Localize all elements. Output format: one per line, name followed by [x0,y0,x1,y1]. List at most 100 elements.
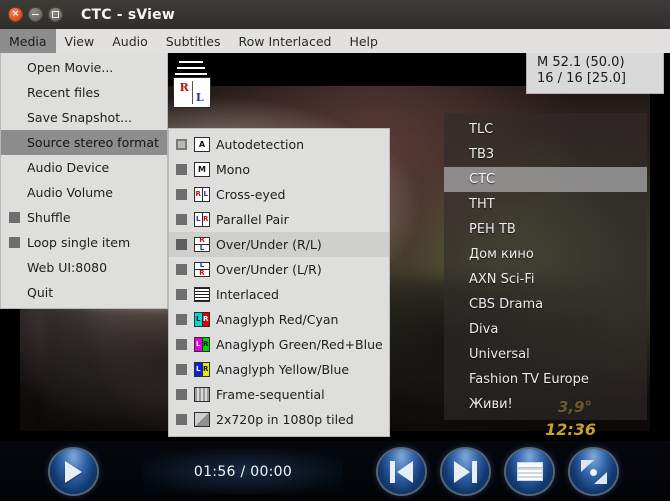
stereo-overlay-left-label: L [191,81,207,104]
channel-item-zhivi[interactable]: Живи! [444,392,647,417]
menu-item-label: Shuffle [27,210,71,225]
channel-item-fashion-tv[interactable]: Fashion TV Europe [444,367,647,392]
sview-window: × CTC - sView Media View Audio Subtitles… [0,0,670,501]
over-under-rl-icon: RL [194,237,210,252]
checkbox-icon[interactable] [176,289,187,300]
checkbox-placeholder-icon [9,187,20,198]
menu-item-quit[interactable]: Quit [1,280,167,305]
submenu-item-label: Interlaced [216,287,279,302]
menu-item-open-movie[interactable]: Open Movie... [1,55,167,80]
next-button[interactable] [442,449,489,494]
menu-view[interactable]: View [56,29,104,53]
previous-button[interactable] [378,449,425,494]
checkbox-icon[interactable] [9,237,20,248]
channel-item-cbs-drama[interactable]: CBS Drama [444,292,647,317]
menu-item-audio-volume[interactable]: Audio Volume [1,180,167,205]
osd-clock: 12:36 [545,420,596,439]
parallel-pair-icon: LR [194,212,210,227]
channel-item-ctc[interactable]: СТС [444,167,647,192]
menu-media[interactable]: Media [0,29,56,53]
channel-item-tnt[interactable]: ТНТ [444,192,647,217]
submenu-item-interlaced[interactable]: Interlaced [169,282,389,307]
checkbox-icon[interactable] [176,339,187,350]
anaglyph-green-redblue-icon: LR [194,337,210,352]
checkbox-icon[interactable] [176,214,187,225]
channel-item-domkino[interactable]: Дом кино [444,242,647,267]
menu-help[interactable]: Help [340,29,387,53]
submenu-item-label: Parallel Pair [216,212,289,227]
checkbox-icon[interactable] [176,264,187,275]
submenu-item-label: Anaglyph Red/Cyan [216,312,339,327]
submenu-item-label: Mono [216,162,251,177]
menu-row-interlaced[interactable]: Row Interlaced [230,29,341,53]
submenu-item-over-under-lr[interactable]: LR Over/Under (L/R) [169,257,389,282]
previous-icon [389,460,414,483]
checkbox-icon[interactable] [9,212,20,223]
channel-item-universal[interactable]: Universal [444,342,647,367]
menu-item-label: Save Snapshot... [27,110,133,125]
menu-item-source-stereo-format[interactable]: Source stereo format [1,130,167,155]
window-controls: × [0,7,63,22]
menu-item-label: Source stereo format [27,135,159,150]
maximize-icon[interactable] [48,7,63,22]
submenu-item-cross-eyed[interactable]: RL Cross-eyed [169,182,389,207]
submenu-item-label: 2x720p in 1080p tiled [216,412,354,427]
menu-item-label: Audio Device [27,160,110,175]
menu-item-loop-single-item[interactable]: Loop single item [1,230,167,255]
channel-item-diva[interactable]: Diva [444,317,647,342]
channel-item-axn-scifi[interactable]: AXN Sci-Fi [444,267,647,292]
minimize-icon[interactable] [28,7,43,22]
menu-item-save-snapshot[interactable]: Save Snapshot... [1,105,167,130]
checkbox-icon[interactable] [176,314,187,325]
channel-item-tv3[interactable]: ТВ3 [444,142,647,167]
submenu-item-label: Frame-sequential [216,387,325,402]
title-bar: × CTC - sView [0,0,670,29]
info-line-1: M 52.1 (50.0) [537,55,625,70]
stereo-effects-button[interactable] [570,449,617,494]
submenu-item-label: Over/Under (L/R) [216,262,322,277]
channel-item-rentv[interactable]: РЕН ТВ [444,217,647,242]
submenu-item-anaglyph-yellow-blue[interactable]: LR Anaglyph Yellow/Blue [169,357,389,382]
submenu-item-autodetection[interactable]: A Autodetection [169,132,389,157]
autodetect-icon: A [194,137,210,152]
stereo-overlay-right-label: R [177,81,192,104]
play-button[interactable] [50,449,97,494]
submenu-item-anaglyph-green-redblue[interactable]: LR Anaglyph Green/Red+Blue [169,332,389,357]
playlist-button[interactable] [506,449,553,494]
next-icon [453,460,478,483]
menu-audio[interactable]: Audio [103,29,157,53]
video-info-overlay: M 52.1 (50.0) 16 / 16 [25.0] [526,53,664,94]
menu-item-audio-device[interactable]: Audio Device [1,155,167,180]
menu-subtitles[interactable]: Subtitles [157,29,230,53]
menu-item-label: Recent files [27,85,100,100]
submenu-item-label: Cross-eyed [216,187,286,202]
checkbox-icon[interactable] [176,364,187,375]
interlaced-icon [194,287,210,302]
channel-list[interactable]: TLC ТВ3 СТС ТНТ РЕН ТВ Дом кино AXN Sci-… [444,113,647,420]
close-icon[interactable]: × [8,7,23,22]
radio-icon[interactable] [176,139,187,150]
checkbox-icon[interactable] [176,414,187,425]
video-letterbox-right [650,53,670,441]
menu-item-recent-files[interactable]: Recent files [1,80,167,105]
checkbox-icon[interactable] [176,189,187,200]
submenu-item-mono[interactable]: M Mono [169,157,389,182]
submenu-item-anaglyph-red-cyan[interactable]: LR Anaglyph Red/Cyan [169,307,389,332]
submenu-item-tiled-720p[interactable]: 2x720p in 1080p tiled [169,407,389,432]
checkbox-icon[interactable] [176,239,187,250]
menu-item-label: Web UI:8080 [27,260,108,275]
submenu-item-parallel-pair[interactable]: LR Parallel Pair [169,207,389,232]
menu-item-web-ui[interactable]: Web UI:8080 [1,255,167,280]
frame-sequential-icon [194,387,210,402]
stereo-format-overlay-icon: R L [173,60,218,110]
menu-item-shuffle[interactable]: Shuffle [1,205,167,230]
checkbox-placeholder-icon [9,62,20,73]
checkbox-icon[interactable] [176,164,187,175]
checkbox-icon[interactable] [176,389,187,400]
menu-item-label: Quit [27,285,54,300]
playlist-icon [516,462,543,481]
channel-item-tlc[interactable]: TLC [444,117,647,142]
time-display: 01:56 / 00:00 [193,463,293,480]
submenu-item-over-under-rl[interactable]: RL Over/Under (R/L) [169,232,389,257]
submenu-item-frame-sequential[interactable]: Frame-sequential [169,382,389,407]
